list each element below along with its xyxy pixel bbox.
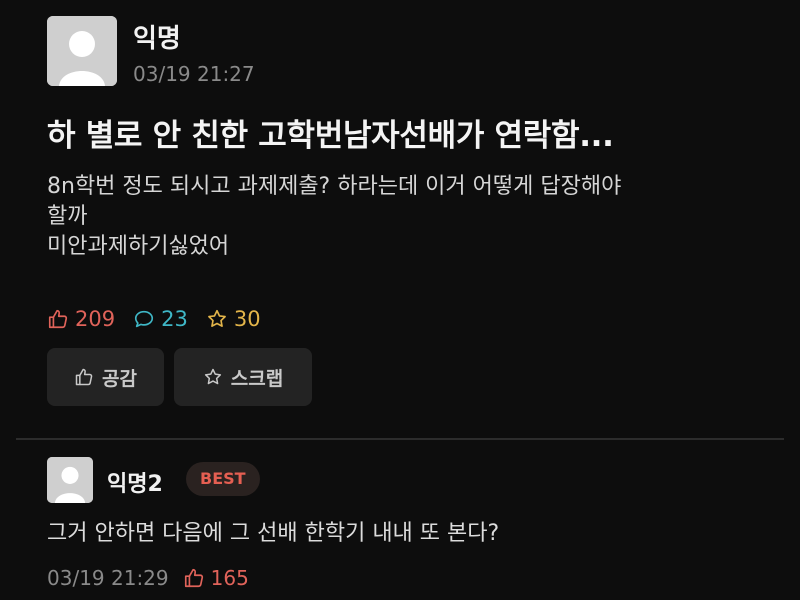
thumbs-up-icon [48,309,68,329]
author-name: 익명 [133,24,181,54]
comment-count: 23 [161,307,188,331]
post-timestamp: 03/19 21:27 [133,62,255,86]
scrap-button[interactable]: 스크랩 [174,348,312,406]
best-badge: BEST [186,462,260,496]
scrap-count: 30 [233,307,261,331]
comment-like-button[interactable]: 165 [183,566,249,590]
thumbs-up-icon [75,368,93,386]
section-divider [16,438,784,440]
user-avatar-icon [47,457,93,503]
comment-text: 그거 안하면 다음에 그 선배 한학기 내내 또 본다? [47,521,500,546]
comment-count-stat: 23 [133,307,188,331]
comment-meta: 03/19 21:29 165 [47,563,249,593]
post-stats: 209 23 30 [47,304,279,334]
star-icon [204,368,221,385]
comment-author-avatar [47,457,93,503]
post-body-line: 미안과제하기싫었어 [47,234,230,259]
post-body-line: 8n학번 정도 되시고 과제제출? 하라는데 이거 어떻게 답장해야 [47,174,622,199]
like-button-label: 공감 [102,367,137,390]
post-body-line: 할까 [47,204,88,229]
author-avatar [47,16,117,86]
comment-like-count: 165 [210,566,249,590]
like-count: 209 [75,307,116,331]
like-count-stat: 209 [47,307,115,331]
post-body: 8n학번 정도 되시고 과제제출? 하라는데 이거 어떻게 답장해야 할까 미안… [47,172,747,262]
like-button[interactable]: 공감 [47,348,164,406]
post-title: 하 별로 안 친한 고학번남자선배가 연락함... [47,118,614,154]
thumbs-up-icon [184,568,203,588]
star-icon [207,309,226,327]
comment-author-name: 익명2 [107,472,163,497]
comment-bubble-icon [135,310,154,328]
scrap-count-stat: 30 [206,307,261,331]
scrap-button-label: 스크랩 [230,367,284,390]
user-avatar-icon [47,16,117,86]
comment-timestamp: 03/19 21:29 [47,566,169,590]
